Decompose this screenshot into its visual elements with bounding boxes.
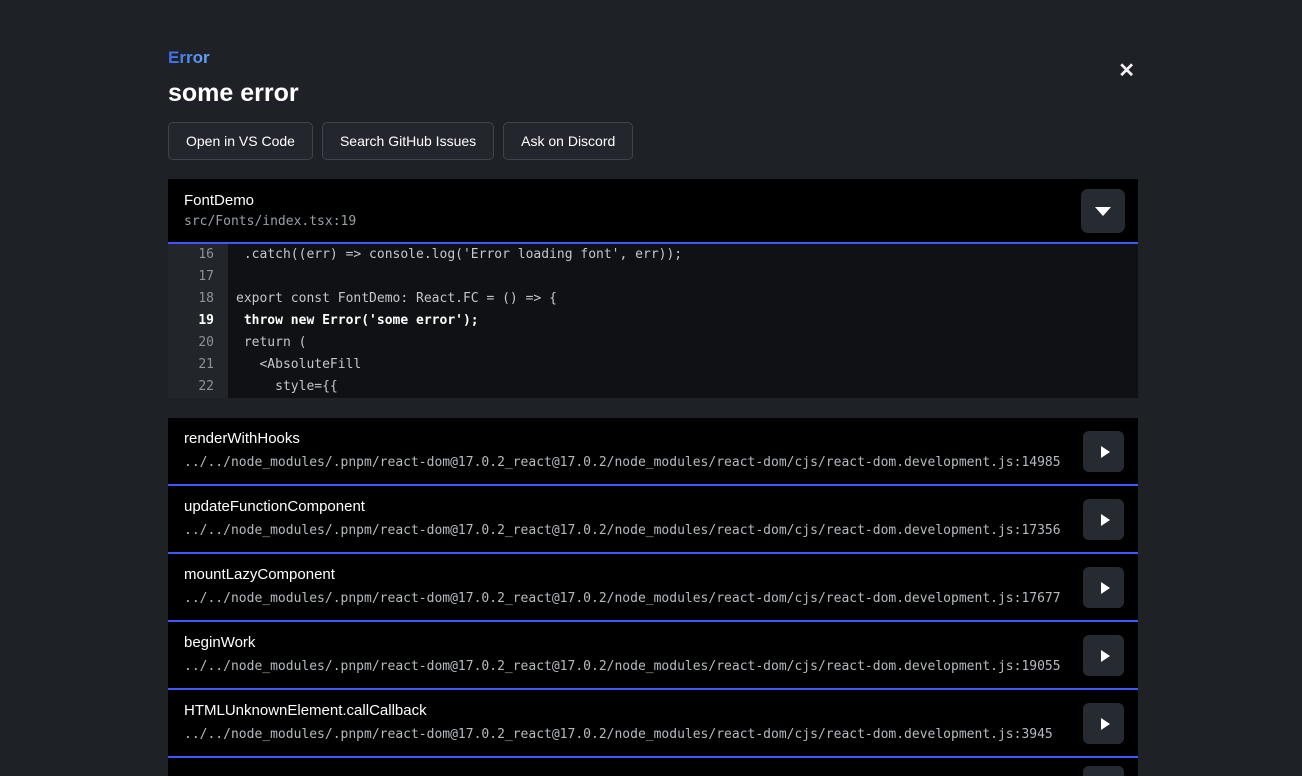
function-name: beginWork [184, 634, 1122, 652]
stack-frame-row: beginWork ../../node_modules/.pnpm/react… [168, 622, 1138, 690]
stack-frame-row: mountLazyComponent ../../node_modules/.p… [168, 554, 1138, 622]
error-message: some error [168, 79, 1140, 107]
code-line: 17 [168, 266, 1138, 288]
open-frame-button[interactable] [1083, 567, 1124, 608]
code-text: return ( [228, 332, 1138, 354]
code-line: 19 throw new Error('some error'); [168, 310, 1138, 332]
line-number: 16 [168, 244, 228, 266]
open-frame-button[interactable] [1083, 431, 1124, 472]
code-line: 20 return ( [168, 332, 1138, 354]
code-frame: FontDemo src/Fonts/index.tsx:19 16 .catc… [168, 179, 1138, 398]
play-icon [1101, 582, 1110, 594]
function-name: renderWithHooks [184, 430, 1122, 448]
stack-frame-row: updateFunctionComponent ../../node_modul… [168, 486, 1138, 554]
code-text [228, 266, 1138, 288]
ask-on-discord-button[interactable]: Ask on Discord [503, 122, 633, 160]
code-line: 21 <AbsoluteFill [168, 354, 1138, 376]
file-location: src/Fonts/index.tsx:19 [184, 214, 1122, 230]
play-icon [1101, 514, 1110, 526]
source-path: ../../node_modules/.pnpm/react-dom@17.0.… [184, 727, 1122, 742]
line-number: 19 [168, 310, 228, 332]
function-name: HTMLUnknownElement.callCallback [184, 702, 1122, 720]
play-icon [1101, 446, 1110, 458]
search-github-issues-button[interactable]: Search GitHub Issues [322, 122, 494, 160]
code-line: 18 export const FontDemo: React.FC = () … [168, 288, 1138, 310]
line-number: 20 [168, 332, 228, 354]
line-number: 17 [168, 266, 228, 288]
code-snippet: 16 .catch((err) => console.log('Error lo… [168, 244, 1138, 398]
stack-frame-row: HTMLUnknownElement.callCallback ../../no… [168, 690, 1138, 758]
action-buttons: Open in VS Code Search GitHub Issues Ask… [168, 122, 1140, 160]
source-path: ../../node_modules/.pnpm/react-dom@17.0.… [184, 591, 1122, 606]
code-text: <AbsoluteFill [228, 354, 1138, 376]
error-overlay: ✕ Error some error Open in VS Code Searc… [0, 0, 1302, 776]
stack-trace-list: renderWithHooks ../../node_modules/.pnpm… [168, 418, 1138, 776]
code-text: export const FontDemo: React.FC = () => … [228, 288, 1138, 310]
code-text: style={{ [228, 376, 1138, 398]
function-name: mountLazyComponent [184, 566, 1122, 584]
line-number: 22 [168, 376, 228, 398]
collapse-stack-button[interactable] [1081, 189, 1125, 233]
open-frame-button[interactable] [1083, 499, 1124, 540]
source-path: ../../node_modules/.pnpm/react-dom@17.0.… [184, 455, 1122, 470]
code-line: 16 .catch((err) => console.log('Error lo… [168, 244, 1138, 266]
error-type-label: Error [168, 48, 210, 68]
function-name: updateFunctionComponent [184, 498, 1122, 516]
caret-down-icon [1095, 207, 1111, 216]
code-text: throw new Error('some error'); [228, 310, 1138, 332]
line-number: 18 [168, 288, 228, 310]
source-path: ../../node_modules/.pnpm/react-dom@17.0.… [184, 659, 1122, 674]
open-frame-button[interactable] [1083, 703, 1124, 744]
line-number: 21 [168, 354, 228, 376]
source-path: ../../node_modules/.pnpm/react-dom@17.0.… [184, 523, 1122, 538]
play-icon [1101, 718, 1110, 730]
code-frame-header[interactable]: FontDemo src/Fonts/index.tsx:19 [168, 179, 1138, 242]
open-in-vs-code-button[interactable]: Open in VS Code [168, 122, 313, 160]
stack-frame-row: renderWithHooks ../../node_modules/.pnpm… [168, 418, 1138, 486]
open-frame-button[interactable] [1083, 635, 1124, 676]
component-name: FontDemo [184, 192, 1122, 210]
open-frame-button[interactable] [1083, 766, 1124, 776]
code-text: .catch((err) => console.log('Error loadi… [228, 244, 1138, 266]
error-content: Error some error Open in VS Code Search … [168, 0, 1140, 776]
play-icon [1101, 650, 1110, 662]
stack-frame-row-partial [168, 758, 1138, 776]
code-line: 22 style={{ [168, 376, 1138, 398]
